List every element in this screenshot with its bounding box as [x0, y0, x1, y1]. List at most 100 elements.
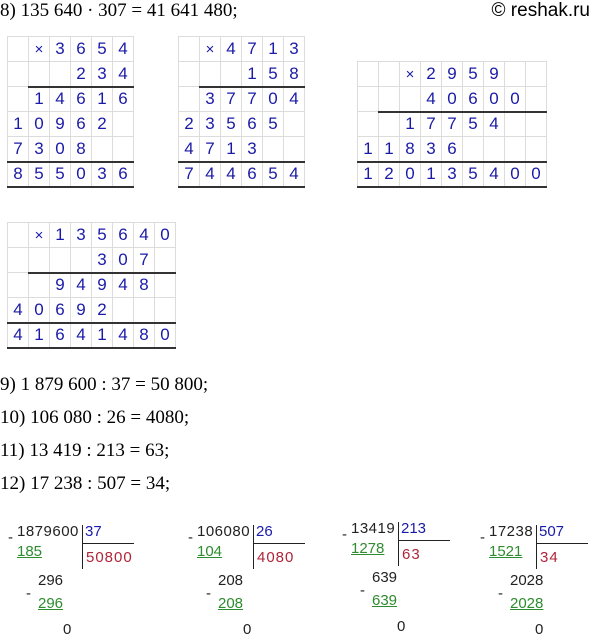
grid-cell: 8 [7, 160, 29, 188]
problem-11-line: 11) 13 419 : 213 = 63; [0, 440, 170, 461]
grid-cell: 4 [220, 36, 242, 62]
multiplication-grid: × 3 6 5 4 2 3 4 1 4 6 1 6 1 0 9 6 2 7 3 0 8 8 5 5 0 3 6 [7, 36, 134, 188]
grid-cell: 8 [399, 136, 421, 162]
zero-remainder: 0 [397, 618, 406, 635]
grid-cell: 7 [441, 111, 463, 137]
grid-cell: 3 [441, 160, 463, 188]
grid-cell: 4 [112, 61, 134, 88]
grid-cell [504, 61, 526, 87]
second-product: 639 [372, 592, 398, 609]
grid-cell: 7 [241, 86, 263, 112]
grid-cell: 1 [357, 160, 379, 188]
grid-cell: 5 [28, 160, 50, 188]
grid-cell: 7 [220, 86, 242, 112]
grid-cell: 4 [133, 222, 155, 248]
grid-cell: 4 [178, 136, 200, 162]
grid-cell: 0 [504, 160, 526, 188]
minus-sign: - [188, 529, 193, 546]
grid-cell [112, 297, 134, 323]
grid-cell: 1 [420, 160, 442, 188]
grid-cell: 7 [7, 136, 29, 162]
grid-cell: 0 [154, 321, 176, 349]
division-bar [536, 525, 537, 569]
grid-cell: 8 [70, 136, 92, 162]
grid-cell: 1 [378, 136, 400, 162]
grid-cell: 2 [70, 61, 92, 88]
grid-cell: 8 [283, 61, 305, 88]
grid-cell [133, 297, 155, 323]
grid-cell [462, 136, 484, 162]
second-product: 296 [38, 595, 64, 612]
grid-cell: 7 [199, 136, 221, 162]
zero-remainder: 0 [63, 621, 72, 638]
first-product: 1278 [351, 540, 385, 557]
zero-remainder: 0 [535, 621, 544, 638]
grid-cell [28, 247, 50, 274]
second-product: 208 [218, 595, 244, 612]
grid-cell: 0 [399, 160, 421, 188]
grid-cell: 0 [49, 136, 71, 162]
second-product: 2028 [510, 595, 544, 612]
multiplication-grid: × 1 3 5 6 4 0 3 0 7 9 4 9 4 8 4 0 6 9 2 4 1 6 4 1 4 8 0 [7, 222, 176, 349]
problem-12-line: 12) 17 238 : 507 = 34; [0, 473, 171, 494]
divisor: 37 [85, 523, 102, 540]
grid-cell: 5 [262, 111, 284, 137]
grid-cell: 7 [420, 111, 442, 137]
division-line [82, 543, 134, 544]
grid-cell: 4 [199, 160, 221, 188]
grid-cell: 5 [91, 222, 113, 248]
minus-sign: - [480, 529, 485, 546]
minus-sign: - [498, 585, 503, 602]
grid-cell [7, 247, 29, 273]
grid-cell: 5 [91, 36, 113, 62]
division-bar [398, 522, 399, 566]
grid-cell [154, 247, 176, 274]
grid-cell: 6 [70, 86, 92, 112]
divisor: 507 [539, 523, 565, 540]
quotient: 34 [540, 549, 559, 566]
grid-cell [378, 111, 400, 137]
grid-cell [357, 86, 379, 112]
grid-cell: 2 [91, 297, 113, 323]
grid-cell: 4 [70, 272, 92, 298]
grid-cell: 3 [241, 136, 263, 162]
problem-10-line: 10) 106 080 : 26 = 4080; [0, 407, 190, 428]
watermark: © reshak.ru [491, 0, 590, 21]
grid-cell: × [399, 61, 421, 87]
grid-cell: 6 [70, 36, 92, 62]
grid-cell: 4 [112, 321, 134, 349]
grid-cell: 1 [399, 111, 421, 137]
multiplication-grid: × 2 9 5 9 4 0 6 0 0 1 7 7 5 4 1 1 8 3 6 1 2 0 1 3 5 4 0 0 [357, 61, 547, 188]
grid-cell [525, 111, 547, 137]
grid-cell: 0 [154, 222, 176, 248]
grid-cell [154, 297, 176, 323]
grid-cell [7, 36, 29, 62]
grid-cell [154, 272, 176, 298]
grid-cell [49, 247, 71, 274]
grid-cell [220, 61, 242, 88]
grid-cell: 7 [178, 160, 200, 188]
grid-cell: 1 [357, 136, 379, 162]
division-line [253, 543, 305, 544]
grid-cell [378, 61, 400, 87]
grid-cell: 1 [262, 36, 284, 62]
grid-cell: 6 [441, 136, 463, 162]
grid-cell: 1 [28, 86, 50, 112]
grid-cell: 9 [70, 297, 92, 323]
grid-cell: 7 [133, 247, 155, 274]
grid-cell [7, 86, 29, 112]
first-product: 1521 [489, 543, 523, 560]
grid-cell [199, 61, 221, 88]
grid-cell: 1 [28, 321, 50, 349]
grid-cell [178, 86, 200, 112]
quotient: 63 [402, 546, 421, 563]
minus-sign: - [26, 585, 31, 602]
dividend: 106080 [197, 523, 251, 540]
grid-cell: 6 [112, 160, 134, 188]
grid-cell [7, 222, 29, 248]
remainder: 639 [372, 569, 398, 586]
problem-8-line: 8) 135 640 · 307 = 41 641 480; [0, 0, 238, 21]
division-bar [82, 525, 83, 569]
grid-cell: 4 [112, 272, 134, 298]
grid-cell: 2 [91, 111, 113, 137]
